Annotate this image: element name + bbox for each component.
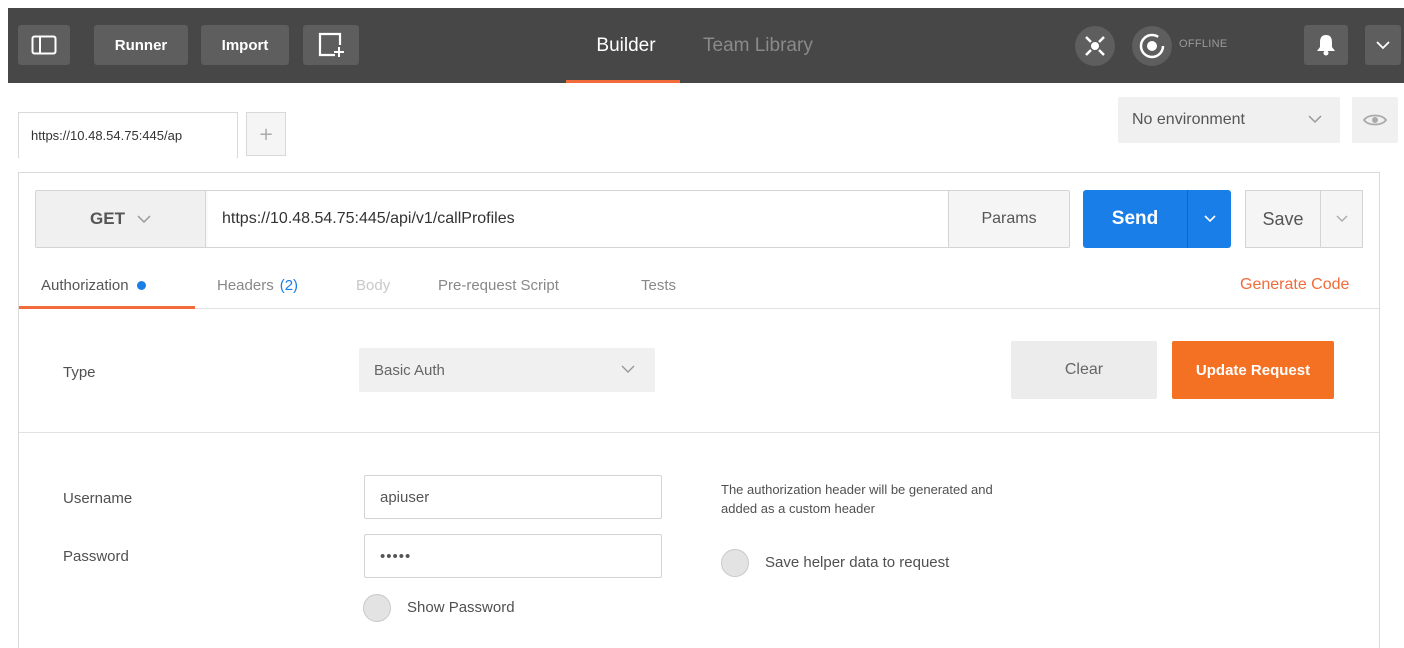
chevron-down-icon	[1308, 115, 1322, 124]
method-select[interactable]: GET	[36, 191, 206, 247]
generate-code-link[interactable]: Generate Code	[1240, 262, 1349, 308]
show-password-radio[interactable]	[363, 594, 391, 622]
request-tab[interactable]: https://10.48.54.75:445/ap	[18, 112, 238, 158]
new-window-icon	[318, 32, 344, 57]
method-label: GET	[90, 209, 125, 228]
bell-icon	[1317, 35, 1335, 56]
top-toolbar: Runner Import Builder Team Library OFFLI…	[8, 8, 1404, 83]
username-label: Username	[63, 490, 133, 507]
sync-icon	[1139, 33, 1165, 59]
auth-info-line-2: added as a custom header	[721, 501, 875, 516]
password-label: Password	[63, 548, 129, 565]
tab-authorization-label: Authorization	[41, 276, 129, 294]
chevron-down-icon	[137, 214, 151, 223]
save-dropdown-button[interactable]	[1320, 190, 1363, 248]
tab-headers-label: Headers	[217, 276, 274, 294]
send-dropdown-button[interactable]	[1187, 190, 1231, 248]
active-subtab-indicator	[19, 306, 195, 309]
environment-select[interactable]: No environment	[1118, 97, 1340, 143]
tab-team-library[interactable]: Team Library	[703, 8, 843, 83]
tab-body[interactable]: Body	[356, 262, 390, 308]
toggle-sidebar-button[interactable]	[18, 25, 70, 65]
sidebar-icon	[31, 35, 57, 55]
import-button[interactable]: Import	[201, 25, 289, 65]
save-helper-data-radio[interactable]	[721, 549, 749, 577]
subtab-divider	[19, 308, 1379, 309]
show-password-label: Show Password	[407, 599, 515, 616]
tab-authorization[interactable]: Authorization	[41, 262, 146, 308]
update-request-button[interactable]: Update Request	[1172, 341, 1334, 399]
tab-builder-label: Builder	[596, 34, 656, 56]
tab-headers[interactable]: Headers (2)	[217, 262, 298, 308]
sync-status-label: OFFLINE	[1179, 38, 1228, 50]
tab-builder[interactable]: Builder	[573, 8, 679, 83]
send-button[interactable]: Send	[1083, 190, 1187, 248]
chevron-down-icon	[1203, 215, 1216, 223]
save-helper-data-label: Save helper data to request	[765, 554, 950, 571]
type-label: Type	[63, 364, 96, 381]
save-button[interactable]: Save	[1245, 190, 1321, 248]
sync-button[interactable]	[1132, 26, 1172, 66]
tab-tests[interactable]: Tests	[641, 262, 676, 308]
auth-type-select[interactable]: Basic Auth	[359, 348, 655, 392]
username-field[interactable]	[364, 475, 662, 519]
environment-selected-label: No environment	[1132, 111, 1245, 128]
headers-count-badge: (2)	[279, 276, 299, 294]
interceptor-button[interactable]	[1075, 26, 1115, 66]
clear-button[interactable]: Clear	[1011, 341, 1157, 399]
params-button[interactable]: Params	[948, 191, 1069, 247]
url-input[interactable]	[208, 191, 948, 247]
auth-info-line-1: The authorization header will be generat…	[721, 482, 993, 497]
active-tab-indicator	[566, 80, 680, 83]
environment-quick-look-button[interactable]	[1352, 97, 1398, 143]
chevron-down-icon	[1376, 40, 1390, 49]
notifications-button[interactable]	[1304, 25, 1348, 65]
add-tab-button[interactable]: +	[246, 112, 286, 156]
tab-pre-request-script[interactable]: Pre-request Script	[438, 262, 559, 308]
settings-dropdown-button[interactable]	[1365, 25, 1401, 65]
satellite-icon	[1085, 36, 1105, 56]
auth-type-value: Basic Auth	[374, 361, 445, 379]
chevron-down-icon	[621, 365, 635, 373]
runner-button[interactable]: Runner	[94, 25, 188, 65]
tab-team-library-label: Team Library	[703, 34, 813, 56]
section-divider	[19, 432, 1379, 433]
chevron-down-icon	[1336, 215, 1347, 222]
new-window-button[interactable]	[303, 25, 359, 65]
password-field[interactable]	[364, 534, 662, 578]
plus-icon: +	[258, 123, 274, 145]
auth-info-text: The authorization header will be generat…	[721, 480, 993, 518]
eye-icon	[1363, 114, 1387, 126]
modified-dot-icon	[136, 280, 146, 290]
